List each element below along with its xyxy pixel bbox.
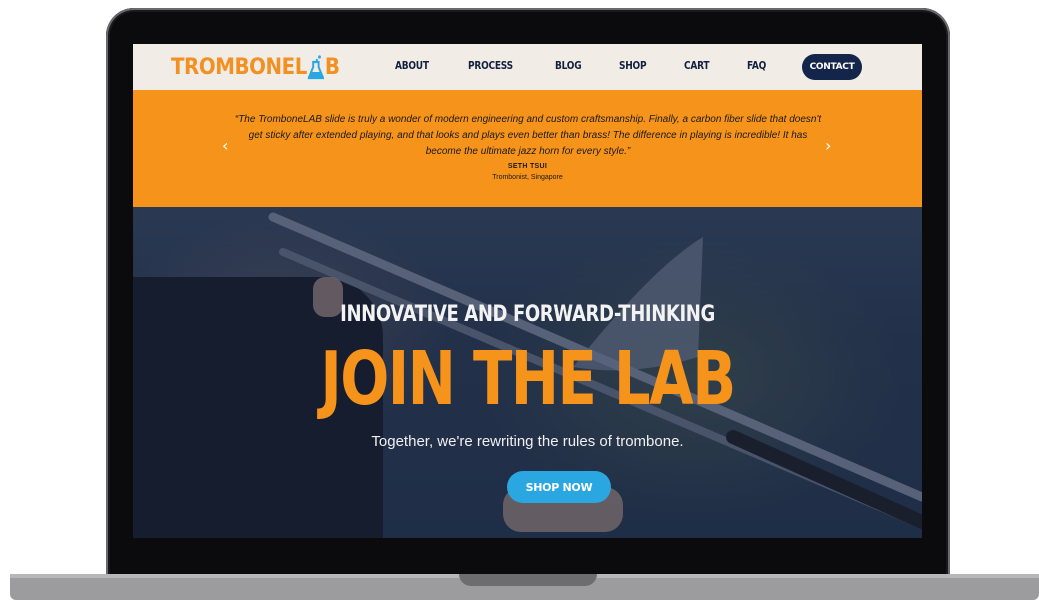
shop-now-button[interactable]: SHOP NOW [507, 471, 611, 503]
chevron-right-icon[interactable]: › [825, 136, 831, 155]
testimonial-slider: ‹ “The TromboneLAB slide is truly a wond… [133, 90, 922, 207]
main-menu: ABOUT PROCESS BLOG SHOP CART FAQ [395, 59, 803, 72]
browser-screen: TROMBONEL B ABOUT PROCESS BLOG SHOP CART… [133, 44, 922, 538]
laptop-notch [459, 574, 597, 586]
nav-faq[interactable]: FAQ [747, 59, 766, 72]
testimonial-author-role: Trombonist, Singapore [492, 174, 563, 181]
nav-cart[interactable]: CART [684, 59, 710, 72]
chevron-left-icon[interactable]: ‹ [222, 136, 228, 155]
hero-kicker: INNOVATIVE AND FORWARD-THINKING [340, 302, 715, 327]
testimonial-quote: “The TromboneLAB slide is truly a wonder… [234, 114, 822, 157]
nav-about[interactable]: ABOUT [395, 59, 429, 72]
hero-section: INNOVATIVE AND FORWARD-THINKING JOIN THE… [133, 207, 922, 538]
testimonial-author: SETH TSUI [507, 163, 548, 170]
nav-process[interactable]: PROCESS [468, 59, 513, 72]
logo-text-left: TROMBONEL [171, 55, 307, 80]
hero-title: JOIN THE LAB [320, 336, 736, 422]
hero-subtitle: Together, we're rewriting the rules of t… [371, 433, 684, 450]
flask-icon [307, 54, 325, 80]
contact-button[interactable]: CONTACT [802, 54, 862, 80]
nav-blog[interactable]: BLOG [555, 59, 582, 72]
nav-shop[interactable]: SHOP [619, 59, 647, 72]
site-logo[interactable]: TROMBONEL B [171, 54, 340, 80]
logo-text-right: B [324, 55, 340, 80]
site-header: TROMBONEL B ABOUT PROCESS BLOG SHOP CART… [133, 44, 922, 90]
